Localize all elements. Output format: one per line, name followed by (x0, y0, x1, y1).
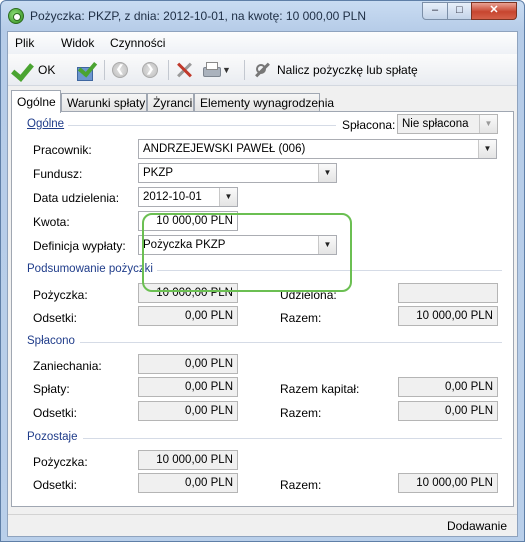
toolbar-separator (168, 60, 169, 80)
save-check-icon (74, 59, 96, 81)
forward-button[interactable]: ❯ (142, 58, 158, 82)
nalicz-button[interactable]: Nalicz pożyczkę lub spłatę (253, 58, 418, 82)
toolbar-separator (244, 60, 245, 80)
podsumowanie-odsetki-field: 0,00 PLN (138, 306, 238, 326)
window-title: Pożyczka: PKZP, z dnia: 2012-10-01, na k… (30, 9, 366, 23)
zaniechania-label: Zaniechania: (33, 359, 102, 373)
razem-label: Razem: (280, 311, 322, 325)
pozostaje-razem-field: 10 000,00 PLN (398, 473, 498, 493)
print-button[interactable]: ▼ (202, 58, 231, 82)
section-divider (68, 125, 336, 126)
print-icon (202, 62, 221, 78)
title-bar[interactable]: Pożyczka: PKZP, z dnia: 2012-10-01, na k… (1, 1, 524, 31)
razem-label: Razem: (280, 478, 322, 492)
pozyczka-label: Pożyczka: (33, 288, 88, 302)
section-title-ogolne: Ogólne (27, 118, 65, 130)
pracownik-value: ANDRZEJEWSKI PAWEŁ (006) (143, 143, 306, 155)
tools-button[interactable] (175, 58, 193, 82)
pozostaje-pozyczka-field: 10 000,00 PLN (138, 450, 238, 470)
pracownik-select[interactable]: ANDRZEJEWSKI PAWEŁ (006) ▼ (138, 139, 497, 159)
data-udzielenia-value: 2012-10-01 (143, 191, 202, 203)
zaniechania-field: 0,00 PLN (138, 354, 238, 374)
chevron-down-icon[interactable]: ▼ (222, 65, 231, 75)
ok-label: OK (38, 63, 56, 77)
window-content: Plik Widok Czynności OK ❮ ❯ ▼ Nalicz poż… (7, 31, 518, 537)
chevron-down-icon[interactable]: ▼ (478, 140, 496, 158)
fundusz-value: PKZP (143, 167, 174, 179)
close-button[interactable]: ✕ (471, 2, 517, 20)
ok-button[interactable]: OK (12, 58, 55, 82)
tab-zyranci[interactable]: Żyranci (147, 93, 194, 112)
odsetki-label: Odsetki: (33, 478, 78, 492)
calendar-dropdown-icon[interactable]: ▼ (219, 188, 237, 206)
tab-ogolne[interactable]: Ogólne (11, 90, 61, 113)
forward-icon: ❯ (142, 62, 158, 78)
splacona-label: Spłacona: (342, 118, 396, 132)
toolbar: OK ❮ ❯ ▼ Nalicz pożyczkę lub spłatę (8, 54, 517, 86)
save-and-new-button[interactable] (74, 58, 96, 82)
splacona-value: Nie spłacona (402, 118, 469, 130)
pozostaje-odsetki-field: 0,00 PLN (138, 473, 238, 493)
razem-kapital-label: Razem kapitał: (280, 382, 360, 396)
data-udzielenia-field[interactable]: 2012-10-01 ▼ (138, 187, 238, 207)
splaty-field: 0,00 PLN (138, 377, 238, 397)
menu-widok[interactable]: Widok (61, 36, 94, 50)
status-bar: Dodawanie (8, 514, 517, 536)
minimize-button[interactable]: – (422, 2, 448, 20)
splacono-razem-field: 0,00 PLN (398, 401, 498, 421)
menu-plik[interactable]: Plik (15, 36, 34, 50)
splacono-odsetki-field: 0,00 PLN (138, 401, 238, 421)
tab-warunki-splaty[interactable]: Warunki spłaty (61, 93, 147, 112)
splacona-select[interactable]: Nie spłacona ▼ (397, 114, 498, 134)
odsetki-label: Odsetki: (33, 406, 78, 420)
splaty-label: Spłaty: (33, 382, 70, 396)
highlight-annotation (142, 213, 352, 292)
odsetki-label: Odsetki: (33, 311, 78, 325)
toolbar-separator (104, 60, 105, 80)
data-udzielenia-label: Data udzielenia: (33, 191, 120, 205)
tab-elementy-wynagrodzenia[interactable]: Elementy wynagrodzenia (194, 93, 334, 112)
podsumowanie-razem-field: 10 000,00 PLN (398, 306, 498, 326)
section-divider (80, 342, 502, 343)
maximize-button[interactable]: □ (447, 2, 472, 20)
section-divider (83, 438, 502, 439)
section-title-splacono: Spłacono (27, 335, 75, 347)
definicja-label: Definicja wypłaty: (33, 239, 126, 253)
chevron-down-icon[interactable]: ▼ (479, 115, 497, 133)
kwota-label: Kwota: (33, 215, 70, 229)
back-icon: ❮ (112, 62, 128, 78)
razem-kapital-field: 0,00 PLN (398, 377, 498, 397)
razem-label: Razem: (280, 406, 322, 420)
section-title-pozostaje: Pozostaje (27, 431, 78, 443)
chevron-down-icon[interactable]: ▼ (318, 164, 336, 182)
fundusz-select[interactable]: PKZP ▼ (138, 163, 337, 183)
check-icon (12, 59, 34, 81)
pozyczka-label: Pożyczka: (33, 455, 88, 469)
tools-icon (175, 61, 193, 79)
tab-strip: Ogólne Warunki spłaty Żyranci Elementy w… (8, 90, 517, 113)
app-icon (8, 8, 24, 24)
fundusz-label: Fundusz: (33, 167, 83, 181)
udzielona-field (398, 283, 498, 303)
section-title-podsumowanie: Podsumowanie pożyczki (27, 263, 153, 275)
status-text: Dodawanie (446, 519, 507, 533)
pracownik-label: Pracownik: (33, 143, 92, 157)
back-button[interactable]: ❮ (112, 58, 128, 82)
menu-bar: Plik Widok Czynności (8, 32, 517, 54)
nalicz-label: Nalicz pożyczkę lub spłatę (277, 63, 418, 77)
loan-window: Pożyczka: PKZP, z dnia: 2012-10-01, na k… (0, 0, 525, 542)
calculate-icon (253, 61, 271, 79)
menu-czynnosci[interactable]: Czynności (110, 36, 165, 50)
tab-panel-ogolne: Ogólne Spłacona: Nie spłacona ▼ Pracowni… (11, 111, 514, 507)
